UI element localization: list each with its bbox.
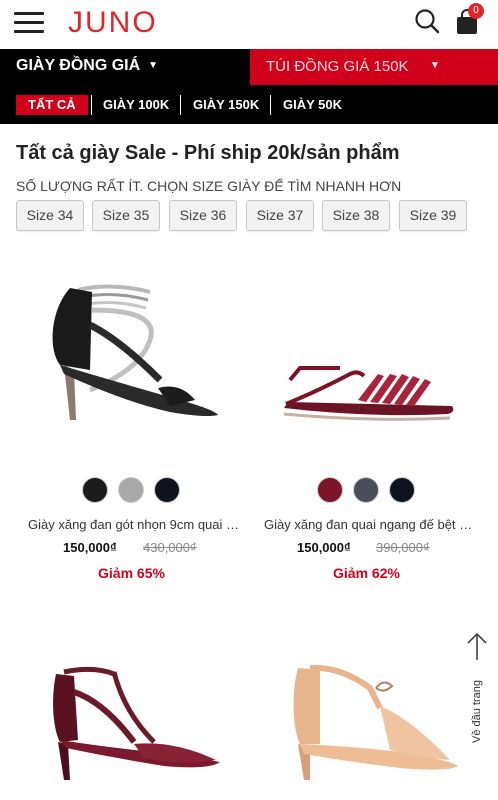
arrow-up-icon (467, 632, 487, 660)
category-bar: GIÀY ĐỒNG GIÁ ▼ TÚI ĐỒNG GIÁ 150K ▼ (0, 49, 498, 85)
color-swatch[interactable] (153, 477, 180, 503)
filter-tabs: TẤT CẢ GIÀY 100K GIÀY 150K GIÀY 50K (0, 85, 498, 124)
tab-all[interactable]: TẤT CẢ (16, 95, 88, 115)
category-bags-label: TÚI ĐỒNG GIÁ 150K (266, 58, 409, 75)
category-shoes-label: GIÀY ĐỒNG GIÁ (16, 57, 141, 74)
tab-50k[interactable]: GIÀY 50K (283, 95, 342, 115)
color-swatch[interactable] (117, 477, 144, 503)
size-35-button[interactable]: Size 35 (92, 200, 160, 231)
product-image[interactable] (280, 360, 460, 430)
page-title: Tất cả giày Sale - Phí ship 20k/sản phẩm (16, 142, 400, 164)
color-swatches (8, 477, 253, 503)
category-dropdown-shoes[interactable]: GIÀY ĐỒNG GIÁ ▼ (16, 57, 158, 75)
tab-divider (270, 95, 271, 115)
menu-icon[interactable] (14, 12, 44, 34)
product-old-price: 390,000₫ (376, 540, 430, 555)
tab-divider (180, 95, 181, 115)
color-swatch[interactable] (316, 477, 343, 503)
color-swatches (243, 477, 488, 503)
size-36-button[interactable]: Size 36 (169, 200, 237, 231)
product-name[interactable]: Giày xăng đan quai ngang đế bệt nhung (264, 517, 474, 532)
tab-150k[interactable]: GIÀY 150K (193, 95, 259, 115)
size-38-button[interactable]: Size 38 (322, 200, 390, 231)
back-to-top-button[interactable]: Về đầu trang (462, 630, 492, 750)
category-dropdown-bags[interactable]: TÚI ĐỒNG GIÁ 150K ▼ (250, 49, 498, 85)
product-image[interactable] (44, 662, 224, 782)
tab-divider (91, 95, 92, 115)
size-hint: SỐ LƯỢNG RẤT ÍT. CHỌN SIZE GIÀY ĐỂ TÌM N… (16, 178, 402, 194)
discount-label: Giảm 65% (98, 565, 165, 581)
logo[interactable]: JUNO (68, 6, 158, 40)
top-header: JUNO 0 (0, 0, 498, 48)
product-price: 150,000₫ (297, 540, 351, 555)
color-swatch[interactable] (352, 477, 379, 503)
tab-100k[interactable]: GIÀY 100K (103, 95, 169, 115)
caret-down-icon: ▼ (430, 60, 440, 71)
color-swatch[interactable] (388, 477, 415, 503)
color-swatch[interactable] (81, 477, 108, 503)
size-34-button[interactable]: Size 34 (16, 200, 84, 231)
product-name[interactable]: Giày xăng đan gót nhọn 9cm quai mảnh (28, 517, 244, 532)
product-old-price: 430,000₫ (143, 540, 197, 555)
cart-count-badge: 0 (468, 3, 484, 19)
caret-down-icon: ▼ (148, 60, 159, 71)
size-37-button[interactable]: Size 37 (246, 200, 314, 231)
back-to-top-label: Về đầu trang (471, 680, 483, 743)
product-image[interactable] (280, 648, 460, 783)
product-image[interactable] (30, 270, 230, 430)
product-price: 150,000₫ (63, 540, 117, 555)
search-icon[interactable] (414, 8, 440, 34)
size-39-button[interactable]: Size 39 (399, 200, 467, 231)
discount-label: Giảm 62% (333, 565, 400, 581)
